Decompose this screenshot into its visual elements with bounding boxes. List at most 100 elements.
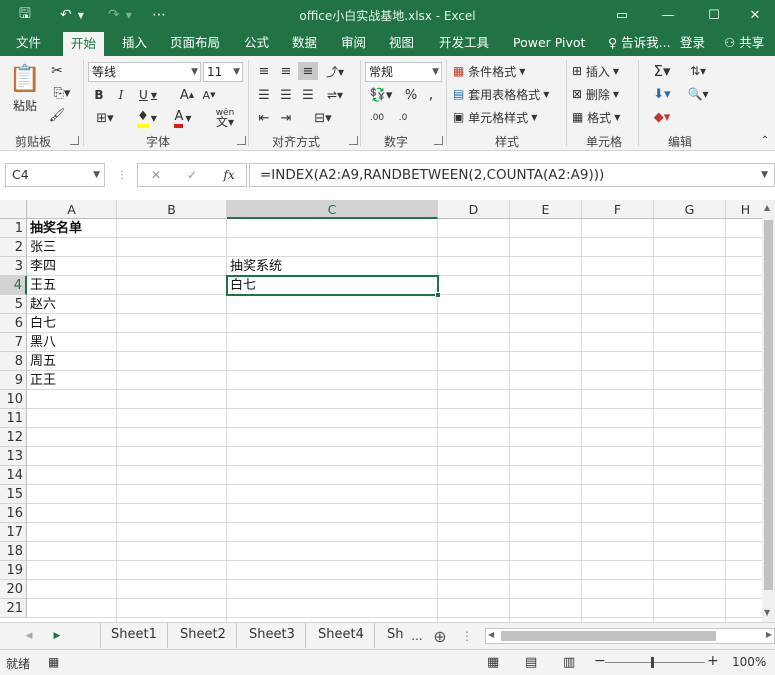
zoom-slider-thumb[interactable] <box>651 657 654 668</box>
cell-a2[interactable]: 张三 <box>28 238 56 257</box>
bold-button[interactable]: B <box>90 86 108 104</box>
tab-file[interactable]: 文件 <box>8 30 49 56</box>
align-middle-icon[interactable]: ≡ <box>276 62 296 80</box>
italic-button[interactable]: I <box>112 86 130 104</box>
insert-function-button[interactable]: fx <box>218 166 240 184</box>
cell-c3[interactable]: 抽奖系统 <box>228 257 282 276</box>
row-header[interactable]: 16 <box>0 504 27 523</box>
column-header-e[interactable]: E <box>510 200 582 219</box>
tab-insert[interactable]: 插入 <box>114 30 155 56</box>
format-cells-button[interactable]: ▦ 格式 ▼ <box>572 108 634 126</box>
customize-qat-button[interactable]: ⋯ <box>148 0 170 30</box>
zoom-slider[interactable] <box>605 662 705 663</box>
minimize-button[interactable]: — <box>645 0 691 30</box>
align-center-icon[interactable]: ☰ <box>276 86 296 104</box>
font-color-button[interactable]: A ▼ <box>168 109 198 128</box>
increase-indent-icon[interactable]: ⇥ <box>276 109 296 127</box>
align-left-icon[interactable]: ☰ <box>254 86 274 104</box>
maximize-button[interactable]: ☐ <box>691 0 737 30</box>
align-top-icon[interactable]: ≡ <box>254 62 274 80</box>
underline-button[interactable]: U ▼ <box>134 86 162 104</box>
fill-color-button[interactable]: ♦ ▼ <box>132 109 162 128</box>
row-header[interactable]: 10 <box>0 390 27 409</box>
row-header[interactable]: 13 <box>0 447 27 466</box>
copy-icon[interactable]: ⎘▾ <box>47 84 77 102</box>
cell-a6[interactable]: 白七 <box>28 314 56 333</box>
column-header-g[interactable]: G <box>654 200 726 219</box>
tab-home[interactable]: 开始 <box>63 32 105 56</box>
tab-split-handle[interactable]: ⋮ <box>461 627 473 645</box>
sheet-tab-4[interactable]: Sheet4 <box>308 623 375 648</box>
find-select-icon[interactable]: 🔍▾ <box>684 85 712 103</box>
insert-cells-button[interactable]: ⊞ 插入 ▼ <box>572 62 634 80</box>
column-header-a[interactable]: A <box>27 200 117 219</box>
sheet-tab-3[interactable]: Sheet3 <box>239 623 306 648</box>
row-header[interactable]: 12 <box>0 428 27 447</box>
worksheet-grid[interactable]: A B C D E F G H 1 2 3 4 5 6 7 8 9 10 11 … <box>0 200 775 622</box>
tab-formulas[interactable]: 公式 <box>236 30 277 56</box>
paste-button[interactable]: 粘贴 <box>8 96 42 114</box>
cancel-formula-button[interactable]: ✕ <box>146 166 166 184</box>
more-options-icon[interactable]: ⋮ <box>116 165 128 185</box>
chevron-down-icon[interactable]: ▼ <box>761 164 768 186</box>
scroll-right-icon[interactable]: ▶ <box>766 630 772 639</box>
cell-a4[interactable]: 王五 <box>28 276 56 295</box>
increase-font-icon[interactable]: A ▲ <box>178 86 196 104</box>
sheet-next-button[interactable]: ▶ <box>50 628 64 644</box>
horizontal-scroll-thumb[interactable] <box>501 631 716 641</box>
tab-view[interactable]: 视图 <box>381 30 422 56</box>
column-header-h[interactable]: H <box>726 200 766 219</box>
cell-a3[interactable]: 李四 <box>28 257 56 276</box>
cell-a1[interactable]: 抽奖名单 <box>28 219 82 238</box>
fill-icon[interactable]: ⬇▾ <box>646 85 678 103</box>
clear-icon[interactable]: ◆▾ <box>646 108 678 126</box>
font-launcher[interactable] <box>237 136 246 145</box>
align-bottom-icon[interactable]: ≡ <box>298 62 318 80</box>
row-header[interactable]: 11 <box>0 409 27 428</box>
vertical-scroll-thumb[interactable] <box>764 220 773 590</box>
increase-decimal-icon[interactable]: .00 <box>366 109 388 127</box>
row-header[interactable]: 4 <box>0 276 27 295</box>
decrease-indent-icon[interactable]: ⇤ <box>254 109 274 127</box>
row-header[interactable]: 7 <box>0 333 27 352</box>
zoom-out-button[interactable]: − <box>594 653 606 669</box>
column-header-d[interactable]: D <box>438 200 510 219</box>
enter-formula-button[interactable]: ✓ <box>182 166 202 184</box>
cut-icon[interactable]: ✂ <box>47 62 67 80</box>
select-all-button[interactable] <box>0 200 27 219</box>
sheet-tab-2[interactable]: Sheet2 <box>170 623 237 648</box>
tab-power-pivot[interactable]: Power Pivot <box>505 30 593 56</box>
number-launcher[interactable] <box>434 136 443 145</box>
row-header[interactable]: 5 <box>0 295 27 314</box>
scroll-left-icon[interactable]: ◀ <box>488 630 494 639</box>
comma-style-button[interactable]: , <box>424 86 438 104</box>
row-header[interactable]: 19 <box>0 561 27 580</box>
collapse-ribbon-icon[interactable]: ⌃ <box>758 133 772 147</box>
sheet-tab-1[interactable]: Sheet1 <box>100 623 168 648</box>
zoom-level[interactable]: 100% <box>732 655 766 669</box>
alignment-launcher[interactable] <box>349 136 358 145</box>
macro-record-icon[interactable]: ▦ <box>48 655 59 669</box>
page-layout-view-icon[interactable]: ▤ <box>525 655 537 670</box>
more-sheets-button[interactable]: ... <box>408 627 426 645</box>
row-header[interactable]: 3 <box>0 257 27 276</box>
wrap-text-icon[interactable]: ⇌▾ <box>320 86 350 104</box>
row-header[interactable]: 14 <box>0 466 27 485</box>
column-header-c[interactable]: C <box>227 200 438 219</box>
conditional-format-button[interactable]: ▦ 条件格式 ▼ <box>453 62 563 80</box>
save-icon[interactable]: 🖫 <box>10 0 40 30</box>
normal-view-icon[interactable]: ▦ <box>487 655 499 670</box>
cell-a7[interactable]: 黑八 <box>28 333 56 352</box>
cell-a5[interactable]: 赵六 <box>28 295 56 314</box>
tab-developer[interactable]: 开发工具 <box>431 30 497 56</box>
tab-data[interactable]: 数据 <box>284 30 325 56</box>
tab-review[interactable]: 审阅 <box>333 30 374 56</box>
close-button[interactable]: ✕ <box>735 0 775 30</box>
zoom-in-button[interactable]: + <box>707 653 719 669</box>
row-header[interactable]: 9 <box>0 371 27 390</box>
format-as-table-button[interactable]: ▤ 套用表格格式 ▼ <box>453 85 563 103</box>
vertical-scrollbar[interactable]: ▲ ▼ <box>762 200 775 622</box>
sheet-prev-button[interactable]: ◀ <box>22 628 36 644</box>
horizontal-scrollbar[interactable]: ◀ ▶ <box>485 628 775 644</box>
column-header-f[interactable]: F <box>582 200 654 219</box>
